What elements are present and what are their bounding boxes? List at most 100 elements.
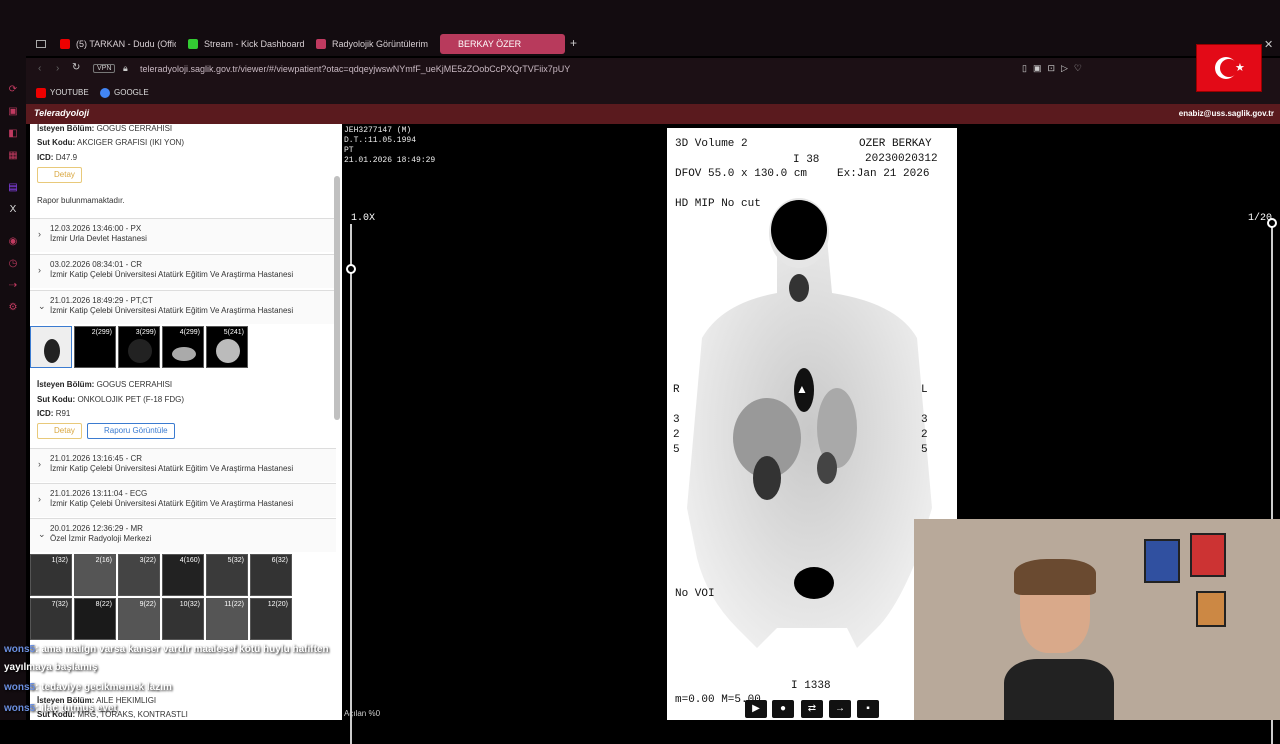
chevron-right-icon: › <box>38 265 41 275</box>
series-thumbnail[interactable]: 2(299) <box>74 326 116 368</box>
series-thumbnail[interactable] <box>30 326 72 368</box>
pet-right-marker: R <box>673 384 680 396</box>
study-item[interactable]: › 21.01.2026 13:11:04 - ECG İzmir Katip … <box>30 483 336 517</box>
chat-message: yayılmaya başlamış <box>4 662 98 673</box>
study-item[interactable]: › 21.01.2026 13:16:45 - CR İzmir Katip Ç… <box>30 448 336 482</box>
detail-button[interactable]: Detay <box>37 167 82 183</box>
forward-icon[interactable]: › <box>56 63 59 74</box>
series-thumbnail[interactable]: 9(22) <box>118 598 160 640</box>
series-thumbnail[interactable]: 5(32) <box>206 554 248 596</box>
radiology-icon <box>316 39 326 49</box>
next-button[interactable]: → <box>829 700 851 718</box>
browser-sidebar: ⟳ ▣ ◧ ▦ ▤ X ◉ ◷ ⇢ ⚙ <box>0 24 26 720</box>
url-text[interactable]: teleradyoloji.saglik.gov.tr/viewer/#/vie… <box>140 64 570 74</box>
streamer-person <box>1004 559 1114 720</box>
pet-mode: HD MIP No cut <box>675 198 761 210</box>
twitch-icon[interactable]: ▤ <box>7 182 19 194</box>
series-thumbnail[interactable]: 2(16) <box>74 554 116 596</box>
series-thumbnail[interactable]: 3(299) <box>118 326 160 368</box>
x-icon[interactable]: X <box>7 204 19 216</box>
zoom-slider-handle[interactable] <box>346 264 356 274</box>
tab-berkay-ozer[interactable]: BERKAY ÖZER <box>440 34 565 54</box>
pet-study-id: 20230020312 <box>865 153 938 165</box>
frame-slider-handle[interactable] <box>1267 218 1277 228</box>
study-item[interactable]: › 03.02.2026 08:34:01 - CR İzmir Katip Ç… <box>30 254 336 288</box>
series-thumbnail[interactable]: 10(32) <box>162 598 204 640</box>
player-icon[interactable]: ◉ <box>7 236 19 248</box>
series-thumbnail[interactable]: 4(160) <box>162 554 204 596</box>
pet-scale-right: 5 <box>921 444 928 456</box>
lock-icon: 🔒︎ <box>123 63 128 73</box>
youtube-icon <box>36 88 46 98</box>
icd-code: ICD: D47.9 <box>37 153 78 162</box>
mail-icon[interactable]: ▦ <box>7 150 19 162</box>
mouse-cursor-icon: ▲ <box>796 382 808 396</box>
series-thumbnail[interactable]: 5(241) <box>206 326 248 368</box>
vpn-badge[interactable]: VPN <box>93 64 116 73</box>
series-thumbnail[interactable]: 8(22) <box>74 598 116 640</box>
zoom-level: 1.0X <box>351 213 376 224</box>
close-window-icon[interactable]: ✕ <box>1264 38 1273 51</box>
share-icon[interactable]: ⇢ <box>7 280 19 292</box>
google-icon <box>100 88 110 98</box>
clock-icon[interactable]: ◷ <box>7 258 19 270</box>
chevron-right-icon: › <box>38 459 41 469</box>
tab-radiology[interactable]: Radyolojik Görüntülerim <box>314 34 430 54</box>
series-thumbnail[interactable]: 7(32) <box>30 598 72 640</box>
series-thumbnail[interactable]: 4(299) <box>162 326 204 368</box>
settings-icon[interactable]: ⚙ <box>7 302 19 314</box>
pet-patient-name: OZER BERKAY <box>859 138 932 150</box>
panel-scrollbar[interactable] <box>334 176 340 420</box>
save-button[interactable]: ▪ <box>857 700 879 718</box>
series-thumbnail[interactable]: 1(32) <box>30 554 72 596</box>
series-thumbnail[interactable]: 3(22) <box>118 554 160 596</box>
wall-poster <box>1190 533 1226 577</box>
messenger-icon[interactable]: ◧ <box>7 128 19 140</box>
turkish-flag-overlay: ★ <box>1196 44 1262 92</box>
study-item-expanded[interactable]: ⌄ 20.01.2026 12:36:29 - MR Özel İzmir Ra… <box>30 518 336 552</box>
reload-icon[interactable]: ↻ <box>72 62 80 73</box>
user-email[interactable]: enabiz@uss.saglik.gov.tr <box>1179 109 1274 118</box>
wall-poster <box>1144 539 1180 583</box>
bag-icon[interactable]: ▣ <box>7 106 19 118</box>
study-list-panel: İsteyen Bölüm: GOGUS CERRAHISI Sut Kodu:… <box>30 124 342 720</box>
icd-code: ICD: R91 <box>37 409 71 418</box>
requesting-dept: İsteyen Bölüm: GOGUS CERRAHISI <box>37 124 173 133</box>
tab-kick[interactable]: Stream - Kick Dashboard <box>186 34 304 54</box>
study-item-expanded[interactable]: ⌄ 21.01.2026 18:49:29 - PT,CT İzmir Kati… <box>30 290 336 324</box>
tab-label: (5) TARKAN - Dudu (Offic <box>76 39 176 49</box>
detail-button[interactable]: Detay <box>37 423 82 439</box>
sut-code: Sut Kodu: ONKOLOJIK PET (F-18 FDG) <box>37 395 184 404</box>
study-item[interactable]: › 12.03.2026 13:46:00 - PX İzmir Urla De… <box>30 218 336 252</box>
requesting-dept: İsteyen Bölüm: GOGUS CERRAHISI <box>37 380 173 389</box>
bookmark-label: YOUTUBE <box>50 88 89 97</box>
view-report-button[interactable]: Raporu Görüntüle <box>87 423 175 439</box>
pet-scale-left: 3 <box>673 414 680 426</box>
youtube-icon <box>60 39 70 49</box>
bookmark-youtube[interactable]: YOUTUBE <box>36 88 89 98</box>
series-thumbnail[interactable]: 12(20) <box>250 598 292 640</box>
app-header: Teleradyoloji enabiz@uss.saglik.gov.tr <box>26 104 1280 124</box>
chevron-right-icon: › <box>38 229 41 239</box>
loop-button[interactable]: ⇄ <box>801 700 823 718</box>
series-thumbnail[interactable]: 6(32) <box>250 554 292 596</box>
teleradyoloji-logo: Teleradyoloji <box>34 108 90 118</box>
address-bar: ‹ › ↻ VPN 🔒︎ teleradyoloji.saglik.gov.tr… <box>0 58 1280 82</box>
tab-youtube[interactable]: (5) TARKAN - Dudu (Offic <box>58 34 176 54</box>
back-icon[interactable]: ‹ <box>38 63 41 74</box>
extensions-icons[interactable]: ▯▣⊡▷♡ <box>1022 63 1088 74</box>
bookmark-google[interactable]: GOOGLE <box>100 88 149 98</box>
patient-info: JEH3277147 (M) D.T.:11.05.1994 PT 21.01.… <box>344 126 436 165</box>
tab-label: BERKAY ÖZER <box>458 39 522 49</box>
wall-poster <box>1196 591 1226 627</box>
chat-message: wons5: tedaviye gecikmemek lazım <box>4 682 172 693</box>
pet-slice-index: I 38 <box>793 154 820 166</box>
pause-button[interactable]: ● <box>772 700 794 718</box>
new-tab-button[interactable]: + <box>570 36 577 50</box>
chevron-down-icon: ⌄ <box>38 529 46 539</box>
no-report-text: Rapor bulunmamaktadır. <box>37 196 125 205</box>
sut-code: Sut Kodu: AKCIGER GRAFISI (IKI YON) <box>37 138 184 147</box>
play-button[interactable]: ▶ <box>745 700 767 718</box>
history-icon[interactable]: ⟳ <box>7 84 19 96</box>
series-thumbnail[interactable]: 11(22) <box>206 598 248 640</box>
